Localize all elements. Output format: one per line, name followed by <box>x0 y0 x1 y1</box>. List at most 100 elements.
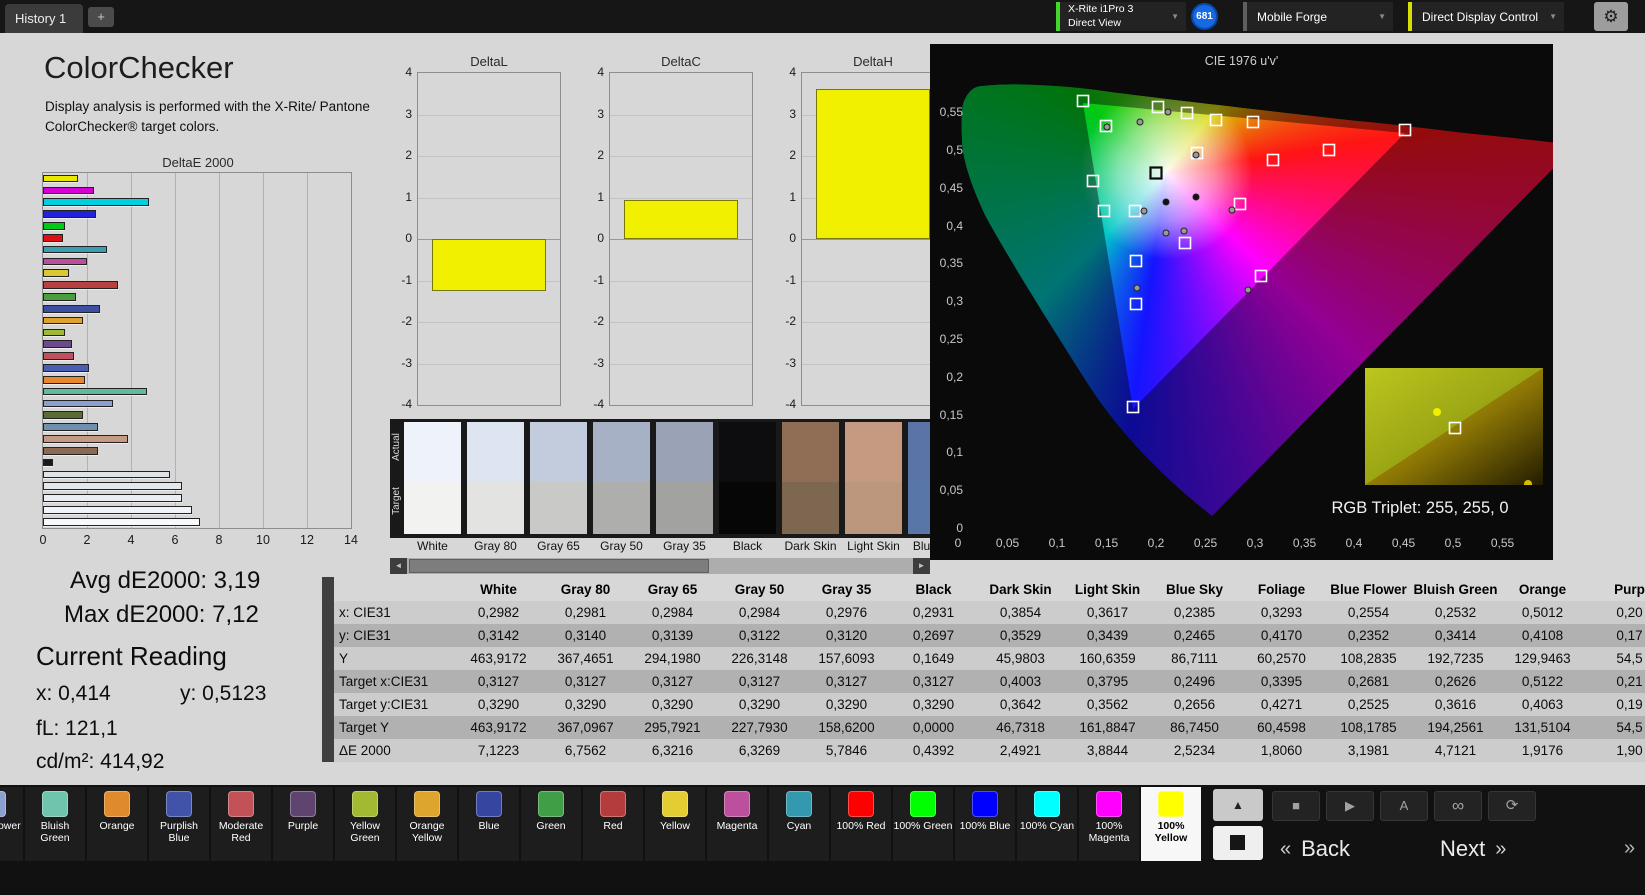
cie-y-tick: 0,35 <box>939 256 963 271</box>
table-cell: 0,4392 <box>912 743 955 758</box>
table-cell: 0,2465 <box>1173 628 1216 643</box>
axis-tick-label: 10 <box>256 533 270 547</box>
patch-strip-scrollbar[interactable]: ◄ ► <box>390 558 930 574</box>
axis-tick-label: 4 <box>789 65 796 79</box>
scroll-right-chevron[interactable]: » <box>1624 837 1635 860</box>
pattern-tile-blue[interactable]: Blue <box>459 787 519 861</box>
deltae-bar-gray-50 <box>43 482 183 491</box>
tab-history-1[interactable]: History 1 <box>5 4 83 33</box>
target-marker <box>1209 113 1223 127</box>
table-cell: 0,4003 <box>999 674 1042 689</box>
chart-title: DeltaH <box>853 54 893 69</box>
play-button[interactable]: ▶ <box>1326 791 1374 821</box>
target-marker <box>1129 254 1143 268</box>
target-swatch <box>845 481 902 534</box>
pattern-color-chip <box>724 791 750 817</box>
patch-swatch-gray-80[interactable] <box>467 422 524 534</box>
pattern-tile-100-yellow[interactable]: 100% Yellow <box>1141 787 1201 861</box>
next-button[interactable]: Next » <box>1440 831 1506 867</box>
pattern-tile-yellow-green[interactable]: Yellow Green <box>335 787 395 861</box>
pattern-tile-orange-yellow[interactable]: Orange Yellow <box>397 787 457 861</box>
deltae-bar-blue <box>43 304 101 313</box>
pattern-tile-label: 100% Cyan <box>1019 820 1075 832</box>
table-cell: 6,3269 <box>738 743 781 758</box>
cie-x-tick: 0,3 <box>1246 536 1264 550</box>
pattern-tile-cyan[interactable]: Cyan <box>769 787 829 861</box>
target-swatch <box>719 481 776 534</box>
cie-x-tick: 0,2 <box>1147 536 1165 550</box>
stop-button[interactable]: ■ <box>1272 791 1320 821</box>
table-gutter <box>322 647 334 670</box>
axis-tick-label: 1 <box>789 189 796 204</box>
meter-status-badge[interactable]: 681 <box>1191 3 1218 30</box>
cie-1976-diagram: CIE 1976 u'v' RGB Triplet: 255, 255, 0 0… <box>930 44 1553 560</box>
pattern-tile-100-cyan[interactable]: 100% Cyan <box>1017 787 1077 861</box>
pattern-tile-green[interactable]: Green <box>521 787 581 861</box>
target-marker <box>1128 204 1142 218</box>
table-gutter <box>322 739 334 762</box>
patch-swatch-gray-65[interactable] <box>530 422 587 534</box>
page-title: ColorChecker <box>44 50 234 85</box>
pattern-tile-bluish-green[interactable]: Bluish Green <box>25 787 85 861</box>
pattern-tile-yellow[interactable]: Yellow <box>645 787 705 861</box>
table-cell: 0,2984 <box>738 605 781 620</box>
patch-swatch-gray-50[interactable] <box>593 422 650 534</box>
auto-advance-button[interactable]: A <box>1380 791 1428 821</box>
pattern-tile-orange[interactable]: Orange <box>87 787 147 861</box>
patch-swatch-dark-skin[interactable] <box>782 422 839 534</box>
source-dropdown[interactable]: Mobile Forge ▼ <box>1243 2 1393 31</box>
table-cell: 0,3395 <box>1260 674 1303 689</box>
table-cell: 0,3293 <box>1260 605 1303 620</box>
table-cell: 0,3142 <box>477 628 520 643</box>
scroll-left-arrow[interactable]: ◄ <box>390 558 407 574</box>
settings-gear-button[interactable]: ⚙ <box>1594 2 1628 31</box>
pattern-tile-purplish-blue[interactable]: Purplish Blue <box>149 787 209 861</box>
deltae-bar-black <box>43 458 53 467</box>
pattern-tile-blue-flower[interactable]: Blue Flower <box>0 787 23 861</box>
pattern-tile-moderate-red[interactable]: Moderate Red <box>211 787 271 861</box>
table-cell: 0,2352 <box>1347 628 1390 643</box>
patch-swatch-blue-sky[interactable] <box>908 422 930 534</box>
pattern-tile-label: 100% Green <box>893 820 953 832</box>
meter-dropdown[interactable]: X-Rite i1Pro 3 Direct View ▼ <box>1056 2 1186 31</box>
expand-up-button[interactable]: ▲ <box>1213 789 1263 821</box>
patch-swatch-light-skin[interactable] <box>845 422 902 534</box>
refresh-button[interactable]: ⟳ <box>1488 791 1536 821</box>
table-cell: 0,1649 <box>912 651 955 666</box>
column-header-orange: Orange <box>1518 581 1567 597</box>
patch-swatch-white[interactable] <box>404 422 461 534</box>
table-cell: 1,8060 <box>1260 743 1303 758</box>
patch-swatch-black[interactable] <box>719 422 776 534</box>
pattern-tile-magenta[interactable]: Magenta <box>707 787 767 861</box>
table-cell: 0,3290 <box>477 697 520 712</box>
add-tab-button[interactable]: + <box>88 7 114 27</box>
continuous-read-button[interactable]: ∞ <box>1434 791 1482 821</box>
pattern-tile-red[interactable]: Red <box>583 787 643 861</box>
table-cell: 54,5 <box>1616 720 1643 735</box>
row-label: y: CIE31 <box>339 628 391 643</box>
pattern-tile-100-red[interactable]: 100% Red <box>831 787 891 861</box>
page-description: Display analysis is performed with the X… <box>45 99 370 135</box>
pattern-window-button[interactable] <box>1213 826 1263 860</box>
pattern-tile-100-green[interactable]: 100% Green <box>893 787 953 861</box>
column-header-dark-skin: Dark Skin <box>989 581 1052 597</box>
pattern-tile-100-magenta[interactable]: 100% Magenta <box>1079 787 1139 861</box>
table-cell: 0,3642 <box>999 697 1042 712</box>
target-marker <box>1129 297 1143 311</box>
back-button[interactable]: « Back <box>1280 831 1350 867</box>
column-header-gray-35: Gray 35 <box>821 581 872 597</box>
scrollbar-thumb[interactable] <box>409 559 709 573</box>
actual-swatch <box>845 422 902 482</box>
patch-swatch-gray-35[interactable] <box>656 422 713 534</box>
pattern-tile-100-blue[interactable]: 100% Blue <box>955 787 1015 861</box>
deltae-bar-orange-yellow <box>43 316 83 325</box>
axis-tick-label: 0 <box>39 533 47 547</box>
pattern-tile-purple[interactable]: Purple <box>273 787 333 861</box>
gridline <box>610 322 752 323</box>
cie-y-tick: 0,3 <box>946 294 963 309</box>
table-cell: 0,3617 <box>1086 605 1129 620</box>
column-header-white: White <box>480 581 517 597</box>
workflow-dropdown[interactable]: Direct Display Control ▼ <box>1408 2 1564 31</box>
scroll-right-arrow[interactable]: ► <box>913 558 930 574</box>
table-cell: 0,5012 <box>1521 605 1564 620</box>
